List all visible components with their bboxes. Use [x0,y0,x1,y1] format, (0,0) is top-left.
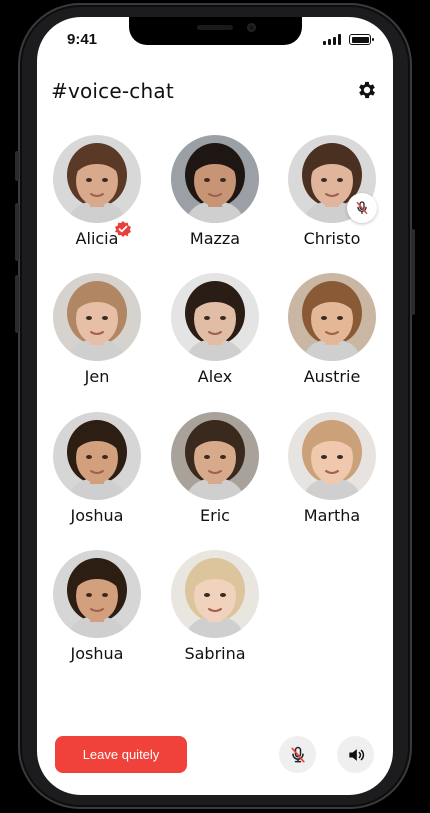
participant-name: Alicia [75,229,119,248]
volume-up-button [15,203,19,261]
participant-name: Christo [303,229,361,248]
participant-name: Joshua [70,506,124,525]
participant-tile[interactable]: Austrie [277,273,387,393]
mic-off-icon [347,193,377,223]
avatar [53,412,141,500]
avatar [171,135,259,223]
participant-tile[interactable]: Sabrina [160,550,270,670]
screen: 9:41 #voice-chat Alicia Mazza Christo Jen Al… [37,17,393,795]
leave-button[interactable]: Leave quitely [55,736,187,773]
participant-tile[interactable]: Eric [160,412,270,532]
participant-tile[interactable]: Joshua [42,412,152,532]
avatar [171,412,259,500]
verified-badge-icon [115,221,131,237]
avatar [171,550,259,638]
battery-icon [349,34,374,45]
avatar [53,273,141,361]
signal-icon [323,34,341,45]
participant-name: Mazza [189,229,241,248]
participant-name: Sabrina [184,644,246,663]
participant-tile[interactable]: Alicia [42,135,152,255]
status-time: 9:41 [67,31,98,48]
avatar [171,273,259,361]
participant-name: Alex [197,367,233,386]
participant-name: Austrie [303,367,361,386]
status-icons [323,34,374,45]
front-camera [247,23,256,32]
participant-tile[interactable]: Mazza [160,135,270,255]
mic-off-icon[interactable] [279,736,316,773]
channel-title: #voice-chat [51,79,174,103]
avatar [288,412,376,500]
participant-tile[interactable]: Jen [42,273,152,393]
power-button [411,229,415,315]
notch [129,17,302,45]
avatar [53,135,141,223]
participant-tile[interactable]: Alex [160,273,270,393]
participant-name: Jen [84,367,110,386]
gear-icon[interactable] [356,79,378,101]
participant-name: Eric [200,506,230,525]
earpiece-speaker [197,25,233,30]
participant-tile[interactable]: Martha [277,412,387,532]
mute-switch [15,151,19,181]
speaker-icon[interactable] [337,736,374,773]
participant-name: Martha [303,506,361,525]
volume-down-button [15,275,19,333]
participant-tile[interactable]: Joshua [42,550,152,670]
avatar [53,550,141,638]
participant-tile[interactable]: Christo [277,135,387,255]
avatar [288,273,376,361]
participant-name: Joshua [70,644,124,663]
